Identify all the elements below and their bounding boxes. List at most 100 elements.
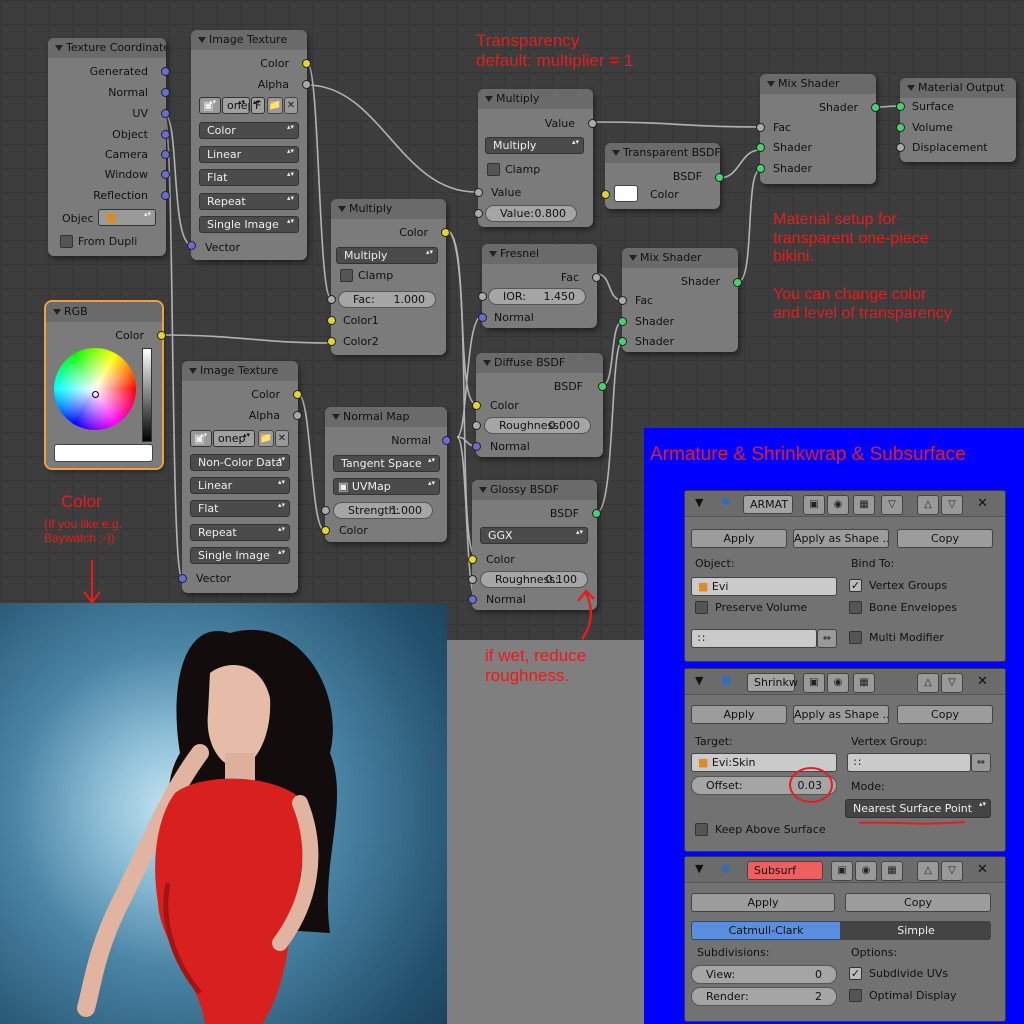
tab-catmull-clark[interactable]: Catmull-Clark <box>691 921 841 940</box>
socket[interactable] <box>161 170 170 179</box>
socket[interactable] <box>896 102 905 111</box>
copy-button[interactable]: Copy <box>845 893 991 912</box>
render-toggle-icon[interactable]: ▣ <box>803 495 825 515</box>
close-icon[interactable]: ✕ <box>284 97 298 114</box>
render-toggle-icon[interactable]: ▣ <box>803 673 825 693</box>
color-space-dropdown[interactable]: Color <box>199 122 299 139</box>
socket[interactable] <box>161 130 170 139</box>
keep-above-surface-checkbox[interactable] <box>695 823 708 836</box>
socket[interactable] <box>468 555 477 564</box>
source-dropdown[interactable]: Single Image <box>190 547 290 564</box>
color-wheel[interactable] <box>54 348 136 430</box>
move-down-icon[interactable]: ▽ <box>941 495 963 515</box>
multiply-color-node[interactable]: Multiply Color Multiply Clamp Fac:1.000 … <box>327 199 450 355</box>
clamp-checkbox[interactable] <box>487 163 500 176</box>
socket[interactable] <box>161 109 170 118</box>
color-swatch[interactable] <box>614 185 638 202</box>
socket[interactable] <box>756 123 765 132</box>
socket[interactable] <box>474 188 483 197</box>
socket[interactable] <box>598 382 607 391</box>
object-field[interactable]: ■ Evi <box>691 577 837 596</box>
socket[interactable] <box>472 401 481 410</box>
socket[interactable] <box>618 296 627 305</box>
socket[interactable] <box>293 390 302 399</box>
vertex-group-field[interactable]: ∷ <box>691 629 817 648</box>
socket[interactable] <box>441 228 450 237</box>
close-icon[interactable]: ✕ <box>275 430 289 447</box>
value-field[interactable]: Value: 0.800 <box>485 205 577 222</box>
invert-arrows-icon[interactable]: ⇔ <box>817 629 837 648</box>
socket[interactable] <box>472 442 481 451</box>
interpolation-dropdown[interactable]: Linear <box>199 146 299 163</box>
image-texture-node-1[interactable]: Image Texture Color Alpha ▣ onep F 📁 ✕ C… <box>187 30 311 260</box>
socket[interactable] <box>588 119 597 128</box>
image-name-field[interactable]: onep <box>222 97 250 114</box>
socket[interactable] <box>187 241 196 250</box>
optimal-display-checkbox[interactable] <box>849 989 862 1002</box>
fake-user-toggle[interactable]: F <box>251 97 265 114</box>
invert-arrows-icon[interactable]: ⇔ <box>971 753 991 772</box>
object-picker[interactable]: ■ <box>98 209 156 226</box>
socket[interactable] <box>756 164 765 173</box>
socket[interactable] <box>478 292 487 301</box>
socket[interactable] <box>157 331 166 340</box>
extension-dropdown[interactable]: Repeat <box>199 193 299 210</box>
viewport-eye-icon[interactable]: ◉ <box>827 495 849 515</box>
socket[interactable] <box>592 509 601 518</box>
collapse-chevron-icon[interactable]: ▼ <box>695 862 703 875</box>
image-name-field[interactable]: onep <box>213 430 255 447</box>
socket[interactable] <box>468 575 477 584</box>
socket[interactable] <box>161 150 170 159</box>
socket[interactable] <box>756 143 765 152</box>
move-up-icon[interactable]: △ <box>917 495 939 515</box>
socket[interactable] <box>472 421 481 430</box>
socket[interactable] <box>474 209 483 218</box>
modifier-name-field[interactable]: Subsurf <box>747 861 823 880</box>
projection-dropdown[interactable]: Flat <box>190 500 290 517</box>
value-slider[interactable] <box>142 348 152 442</box>
subdivide-uvs-checkbox[interactable]: ✓ <box>849 967 862 980</box>
close-icon[interactable]: ✕ <box>977 496 988 511</box>
preserve-volume-checkbox[interactable] <box>695 601 708 614</box>
mode-dropdown[interactable]: Nearest Surface Point <box>845 799 991 818</box>
uvmap-field[interactable]: ▣ UVMap <box>333 478 440 495</box>
image-browse[interactable]: ▣ <box>199 97 221 114</box>
apply-as-shape-button[interactable]: Apply as Shape ... <box>793 529 889 548</box>
socket[interactable] <box>302 59 311 68</box>
cage-icon[interactable]: ▽ <box>881 495 903 515</box>
close-icon[interactable]: ✕ <box>977 862 988 877</box>
socket[interactable] <box>327 316 336 325</box>
texture-coordinate-node[interactable]: Texture Coordinate Generated Normal UV O… <box>48 38 170 256</box>
roughness-field[interactable]: Roughness: 0.000 <box>484 417 591 434</box>
apply-as-shape-button[interactable]: Apply as Shape ... <box>793 705 889 724</box>
socket[interactable] <box>592 273 601 282</box>
socket[interactable] <box>321 506 330 515</box>
editmode-icon[interactable]: ▦ <box>853 495 875 515</box>
socket[interactable] <box>468 595 477 604</box>
space-dropdown[interactable]: Tangent Space <box>333 455 440 472</box>
socket[interactable] <box>327 337 336 346</box>
mix-shader-node-1[interactable]: Mix Shader Shader Fac Shader Shader <box>756 74 880 184</box>
vertex-group-field[interactable]: ∷ <box>847 753 971 772</box>
socket[interactable] <box>178 574 187 583</box>
socket[interactable] <box>715 173 724 182</box>
rgb-node[interactable]: RGB Color <box>44 300 166 470</box>
move-down-icon[interactable]: ▽ <box>941 673 963 693</box>
copy-button[interactable]: Copy <box>897 705 993 724</box>
socket[interactable] <box>601 190 610 199</box>
view-levels-field[interactable]: View: 0 <box>691 965 837 984</box>
socket[interactable] <box>161 88 170 97</box>
viewport-eye-icon[interactable]: ◉ <box>827 673 849 693</box>
apply-button[interactable]: Apply <box>691 705 787 724</box>
render-toggle-icon[interactable]: ▣ <box>831 861 853 881</box>
render-levels-field[interactable]: Render: 2 <box>691 987 837 1006</box>
socket[interactable] <box>896 143 905 152</box>
projection-dropdown[interactable]: Flat <box>199 169 299 186</box>
collapse-chevron-icon[interactable]: ▼ <box>695 674 703 687</box>
extension-dropdown[interactable]: Repeat <box>190 524 290 541</box>
vertex-groups-checkbox[interactable]: ✓ <box>849 579 862 592</box>
move-down-icon[interactable]: ▽ <box>941 861 963 881</box>
move-up-icon[interactable]: △ <box>917 673 939 693</box>
normal-map-node[interactable]: Normal Map Normal Tangent Space ▣ UVMap … <box>321 407 451 542</box>
blend-mode-dropdown[interactable]: Multiply <box>336 247 438 264</box>
